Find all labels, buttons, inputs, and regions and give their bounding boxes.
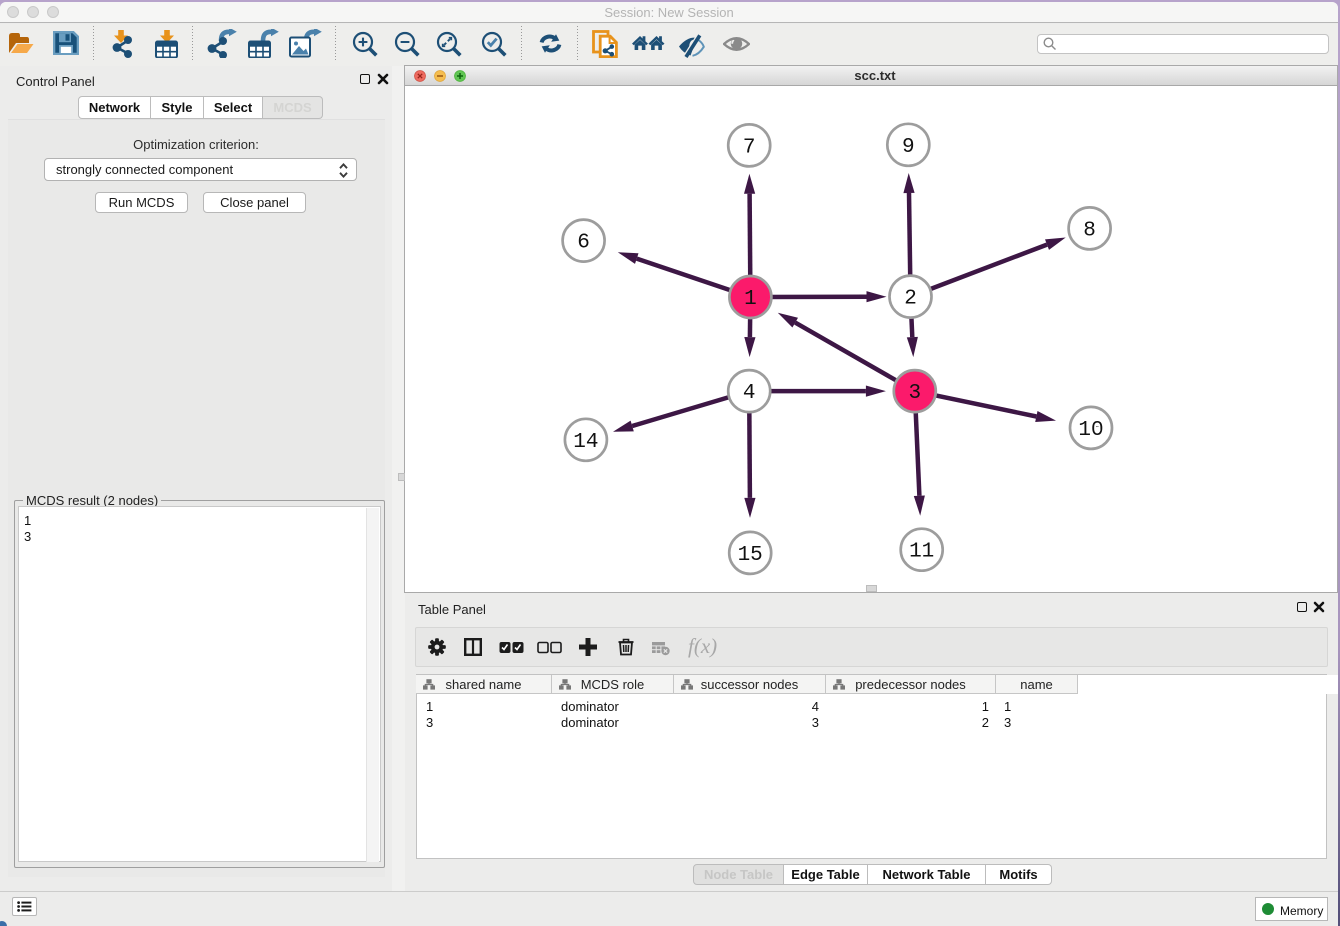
svg-text:15: 15 [738, 544, 763, 567]
svg-text:6: 6 [577, 232, 590, 255]
svg-text:11: 11 [909, 541, 934, 564]
svg-text:8: 8 [1083, 219, 1096, 242]
svg-text:1: 1 [744, 288, 757, 311]
svg-text:14: 14 [573, 431, 598, 454]
svg-text:3: 3 [908, 382, 921, 405]
svg-text:9: 9 [902, 136, 915, 159]
svg-text:2: 2 [904, 288, 917, 311]
svg-text:4: 4 [743, 382, 756, 405]
svg-text:7: 7 [743, 136, 756, 159]
